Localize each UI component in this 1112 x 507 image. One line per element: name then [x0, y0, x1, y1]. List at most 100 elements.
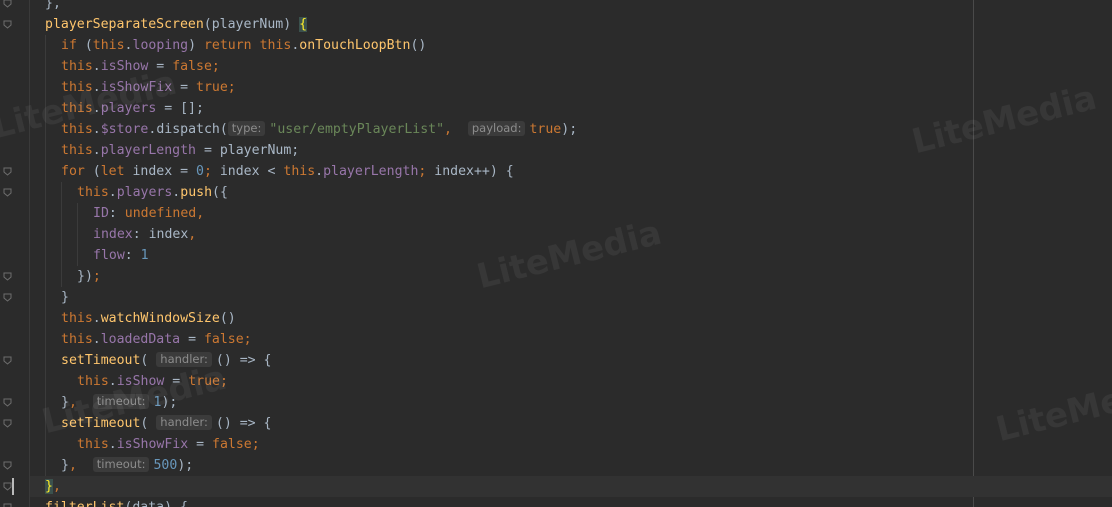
code-line[interactable]: this.isShow = false; — [45, 56, 577, 77]
code-line[interactable]: this.isShow = true; — [45, 371, 577, 392]
code-token: index++) { — [434, 164, 514, 179]
code-line[interactable]: setTimeout( handler:() => { — [45, 350, 577, 371]
fold-marker-icon[interactable] — [3, 482, 12, 491]
code-line[interactable]: this.$store.dispatch(type: "user/emptyPla… — [45, 119, 577, 140]
code-token: false — [203, 332, 244, 347]
code-token: = — [148, 59, 173, 74]
code-area[interactable]: }, playerSeparateScreen(playerNum) {if (t… — [45, 0, 577, 507]
code-token: this — [61, 101, 93, 116]
code-line[interactable]: }); — [45, 266, 577, 287]
fold-marker-icon[interactable] — [3, 188, 12, 197]
code-line[interactable]: }, timeout: 500); — [45, 455, 577, 476]
code-line[interactable]: setTimeout( handler:() => { — [45, 413, 577, 434]
code-token: ; — [203, 164, 220, 179]
code-token: ( — [76, 38, 93, 53]
code-line[interactable]: this.loadedData = false; — [45, 329, 577, 350]
code-editor[interactable]: }, playerSeparateScreen(playerNum) {if (t… — [0, 0, 1112, 507]
code-token: ); — [561, 122, 578, 137]
code-line[interactable]: }, timeout: 1); — [45, 392, 577, 413]
code-token: ; — [92, 269, 101, 284]
code-token: this — [61, 143, 93, 158]
code-token: players — [100, 101, 157, 116]
code-line[interactable]: } — [45, 287, 577, 308]
code-token: isShowFix — [100, 80, 173, 95]
code-token: this — [61, 311, 93, 326]
code-line[interactable]: playerSeparateScreen(playerNum) { — [45, 14, 577, 35]
fold-marker-icon[interactable] — [3, 356, 12, 365]
code-token: = — [180, 332, 204, 347]
code-token: () => { — [215, 353, 272, 368]
fold-marker-icon[interactable] — [3, 419, 12, 428]
code-token: push — [180, 185, 213, 200]
code-token: . — [108, 185, 117, 200]
code-token: , — [52, 479, 61, 494]
code-token: let — [100, 164, 125, 179]
watermark: LiteMedia — [907, 77, 1101, 163]
code-line[interactable]: for (let index = 0; index < this.playerL… — [45, 161, 577, 182]
right-margin-guide — [973, 0, 974, 507]
code-token: = playerNum; — [196, 143, 300, 158]
editor-gutter[interactable] — [0, 0, 30, 507]
code-token: this — [61, 332, 93, 347]
code-token: ) — [188, 38, 204, 53]
parameter-hint: timeout: — [92, 394, 150, 409]
code-line[interactable]: ID: undefined, — [45, 203, 577, 224]
fold-marker-icon[interactable] — [3, 503, 12, 507]
code-token: } — [61, 458, 69, 473]
code-token: this — [77, 185, 109, 200]
code-token: } — [45, 479, 53, 494]
code-token: isShowFix — [116, 437, 189, 452]
code-token: } — [61, 290, 69, 305]
code-line[interactable]: }, — [45, 0, 577, 14]
code-token: ); — [161, 395, 178, 410]
code-token: (playerNum) — [203, 17, 300, 32]
code-token: looping — [132, 38, 189, 53]
code-token: = — [172, 80, 197, 95]
code-token: , — [68, 458, 93, 473]
code-token: this — [283, 164, 316, 179]
code-token: for — [61, 164, 85, 179]
code-token: this — [61, 80, 93, 95]
code-token: 0 — [196, 164, 204, 179]
code-line[interactable]: this.playerLength = playerNum; — [45, 140, 577, 161]
code-line[interactable]: this.players.push({ — [45, 182, 577, 203]
parameter-hint: payload: — [467, 121, 526, 136]
code-token: ({ — [212, 185, 228, 200]
code-token: . — [92, 101, 101, 116]
fold-marker-icon[interactable] — [3, 461, 12, 470]
code-line[interactable]: this.isShowFix = false; — [45, 434, 577, 455]
code-token: ( — [219, 122, 228, 137]
code-line[interactable]: if (this.looping) return this.onTouchLoo… — [45, 35, 577, 56]
fold-marker-icon[interactable] — [3, 398, 12, 407]
code-token: playerLength — [323, 164, 419, 179]
code-token: }) — [77, 269, 93, 284]
code-token: "user/emptyPlayerList" — [269, 122, 445, 137]
watermark: LiteMe — [992, 379, 1112, 451]
code-token: if — [61, 38, 77, 53]
code-line[interactable]: index: index, — [45, 224, 577, 245]
fold-marker-icon[interactable] — [3, 0, 12, 8]
code-line[interactable]: }, — [45, 476, 577, 497]
code-token: true — [196, 80, 228, 95]
code-token: , — [444, 122, 468, 137]
code-line[interactable]: this.players = []; — [45, 98, 577, 119]
code-token: flow — [93, 248, 125, 263]
code-token: . — [92, 311, 101, 326]
fold-marker-icon[interactable] — [3, 272, 12, 281]
code-line[interactable]: this.watchWindowSize() — [45, 308, 577, 329]
code-token: false — [172, 59, 212, 74]
code-line[interactable]: flow: 1 — [45, 245, 577, 266]
code-token: ; — [227, 80, 236, 95]
code-line[interactable]: this.isShowFix = true; — [45, 77, 577, 98]
fold-marker-icon[interactable] — [3, 167, 12, 176]
fold-marker-icon[interactable] — [3, 20, 12, 29]
code-token: isShow — [100, 59, 149, 74]
code-line[interactable]: filterList(data) { — [45, 497, 577, 507]
code-token: . — [108, 437, 117, 452]
fold-marker-icon[interactable] — [3, 293, 12, 302]
code-token: (data) { — [124, 500, 188, 507]
code-token: 500 — [153, 458, 178, 473]
code-token: watchWindowSize — [100, 311, 220, 326]
code-token: ; — [251, 437, 260, 452]
